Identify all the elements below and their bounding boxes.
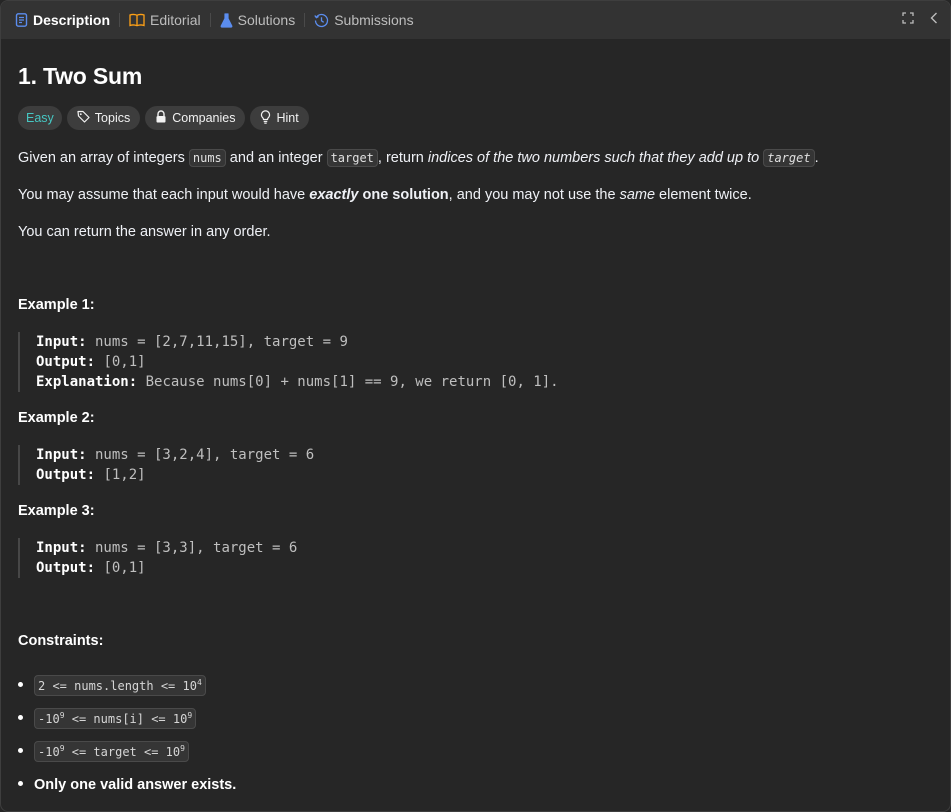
hint-button[interactable]: Hint	[250, 106, 309, 130]
output-label: Output:	[36, 467, 96, 483]
tab-label: Description	[33, 12, 111, 28]
constraint-item: -109 <= target <= 109	[18, 735, 236, 768]
tab-solutions[interactable]: Solutions	[220, 12, 296, 28]
example-output-line: Output: [0,1]	[36, 558, 297, 578]
text: -10	[38, 712, 60, 726]
tab-divider	[119, 13, 121, 27]
constraint-text: Only one valid answer exists.	[34, 776, 237, 793]
tab-description[interactable]: Description	[15, 12, 110, 28]
description-paragraph-2: You may assume that each input would hav…	[18, 185, 752, 205]
text: <= target <= 10	[64, 745, 181, 759]
example-output-line: Output: [1,2]	[36, 465, 314, 485]
description-paragraph-3: You can return the answer in any order.	[18, 224, 271, 240]
output-label: Output:	[36, 354, 96, 370]
inline-code: target	[326, 149, 378, 167]
constraint-code: -109 <= nums[i] <= 109	[34, 708, 197, 729]
companies-label: Companies	[172, 111, 236, 125]
superscript: 9	[187, 711, 193, 720]
inline-code: target	[763, 149, 815, 167]
problem-tags: Easy Topics Companies Hint	[18, 106, 933, 130]
tab-bar: Description Editorial Solutions Submissi…	[1, 1, 950, 39]
example-3-title: Example 3:	[18, 503, 95, 519]
example-input-line: Input: nums = [3,2,4], target = 6	[36, 445, 314, 465]
constraint-item: Only one valid answer exists.	[18, 768, 236, 801]
emphasis-text: exactly	[309, 187, 359, 203]
output-value: [0,1]	[95, 354, 146, 370]
topics-button[interactable]: Topics	[66, 106, 141, 130]
difficulty-label: Easy	[26, 111, 54, 125]
constraint-item: -109 <= nums[i] <= 109	[18, 702, 236, 735]
output-value: [0,1]	[95, 560, 146, 576]
topics-label: Topics	[94, 111, 131, 125]
text: .	[814, 150, 819, 166]
tab-divider	[304, 13, 306, 27]
example-1-block: Input: nums = [2,7,11,15], target = 9 Out…	[18, 332, 559, 392]
companies-button[interactable]: Companies	[145, 106, 246, 130]
tab-submissions[interactable]: Submissions	[314, 12, 414, 28]
input-label: Input:	[36, 447, 87, 463]
problem-title: 1. Two Sum	[18, 63, 143, 89]
hint-label: Hint	[276, 111, 299, 125]
constraint-code: 2 <= nums.length <= 104	[34, 675, 206, 696]
inline-code: nums	[188, 149, 226, 167]
example-explanation-line: Explanation: Because nums[0] + nums[1] =…	[36, 372, 559, 392]
lightbulb-icon	[260, 109, 271, 127]
problem-panel: Description Editorial Solutions Submissi…	[0, 0, 951, 812]
input-value: nums = [3,3], target = 6	[86, 540, 298, 556]
text: <= nums[i] <= 10	[64, 712, 188, 726]
input-value: nums = [3,2,4], target = 6	[86, 447, 315, 463]
lock-icon	[155, 110, 167, 126]
tab-label: Solutions	[237, 12, 296, 28]
text: -10	[38, 745, 60, 759]
text: and an integer	[225, 150, 327, 166]
example-input-line: Input: nums = [2,7,11,15], target = 9	[36, 332, 559, 352]
superscript: 9	[180, 744, 185, 753]
problem-content: 1. Two Sum Easy Topics Companies Hint	[1, 39, 950, 130]
constraint-code: -109 <= target <= 109	[34, 741, 189, 762]
description-paragraph-1: Given an array of integers nums and an i…	[18, 148, 819, 168]
expand-icon[interactable]	[902, 11, 914, 29]
text: Given an array of integers	[18, 150, 189, 166]
output-label: Output:	[36, 560, 96, 576]
book-icon	[129, 13, 145, 27]
collapse-panel-icon[interactable]	[930, 11, 938, 29]
example-1-title: Example 1:	[18, 297, 95, 313]
text: , and you may not use the	[448, 187, 620, 203]
text: You may assume that each input would hav…	[18, 187, 310, 203]
tab-label: Editorial	[150, 12, 201, 28]
history-icon	[314, 13, 329, 28]
strong-text: one solution	[358, 187, 449, 203]
explanation-label: Explanation:	[36, 374, 138, 390]
text: 2 <= nums.length <= 10	[38, 679, 197, 693]
description-icon	[15, 13, 28, 27]
difficulty-badge: Easy	[18, 106, 62, 130]
tab-editorial[interactable]: Editorial	[129, 12, 201, 28]
text: , return	[377, 150, 428, 166]
input-value: nums = [2,7,11,15], target = 9	[86, 334, 348, 350]
example-2-title: Example 2:	[18, 410, 95, 426]
example-2-block: Input: nums = [3,2,4], target = 6 Output:…	[18, 445, 314, 485]
tab-divider	[209, 13, 211, 27]
input-label: Input:	[36, 540, 87, 556]
superscript: 4	[196, 678, 202, 687]
constraints-title: Constraints:	[18, 633, 104, 649]
constraint-item: 2 <= nums.length <= 104	[18, 669, 236, 702]
example-3-block: Input: nums = [3,3], target = 6 Output: […	[18, 538, 297, 578]
output-value: [1,2]	[95, 467, 146, 483]
text: element twice.	[655, 187, 752, 203]
example-input-line: Input: nums = [3,3], target = 6	[36, 538, 297, 558]
explanation-value: Because nums[0] + nums[1] == 9, we retur…	[137, 374, 559, 390]
emphasis-text: indices of the two numbers such that the…	[427, 150, 760, 166]
input-label: Input:	[36, 334, 87, 350]
tag-icon	[77, 110, 90, 126]
constraints-list: 2 <= nums.length <= 104 -10 9 <= nums[i] …	[18, 669, 236, 801]
flask-icon	[220, 12, 233, 28]
tab-label: Submissions	[334, 12, 414, 28]
example-output-line: Output: [0,1]	[36, 352, 559, 372]
emphasis-text: same	[619, 187, 656, 203]
